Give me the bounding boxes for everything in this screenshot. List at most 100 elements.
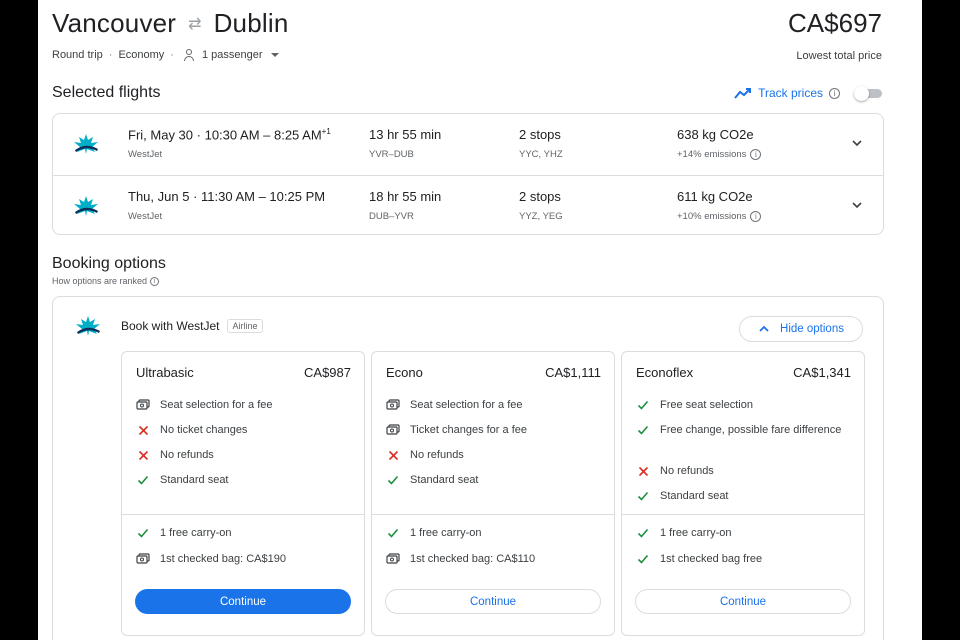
baggage-item: 1st checked bag: CA$110 (386, 551, 606, 567)
passengers-label: 1 passenger (201, 49, 263, 61)
fare-feature: Standard seat (386, 472, 606, 488)
chevron-down-icon[interactable] (851, 199, 863, 211)
fare-feature: No refunds (386, 447, 606, 463)
fare-feature: Seat selection for a fee (136, 397, 356, 413)
separator-dot: · (193, 189, 202, 204)
divider (372, 514, 614, 515)
hide-options-button[interactable]: Hide options (739, 316, 863, 342)
info-icon: i (150, 276, 160, 286)
cross-icon (636, 463, 650, 479)
divider (122, 514, 364, 515)
fare-feature: No ticket changes (136, 422, 356, 438)
plus-day: +1 (321, 127, 331, 136)
ranking-info[interactable]: How options are ranked i (52, 276, 160, 286)
baggage-text: 1 free carry-on (410, 527, 482, 539)
cross-icon (136, 447, 150, 463)
flight-row-outbound[interactable]: Fri, May 30 · 10:30 AM – 8:25 AM+1 WestJ… (53, 114, 883, 175)
fare-feature: Free seat selection (636, 397, 856, 413)
fare-price: CA$987 (304, 365, 351, 380)
origin-city: Vancouver (52, 8, 177, 38)
emissions-label: +10% emissions (677, 211, 747, 222)
check-icon (636, 488, 650, 504)
cross-icon (386, 447, 400, 463)
cabin-class: Economy (118, 49, 165, 61)
fare-feature-text: Free change, possible fare difference (660, 424, 842, 436)
baggage-item: 1 free carry-on (386, 525, 606, 541)
info-icon[interactable]: i (750, 149, 762, 160)
continue-button[interactable]: Continue (385, 589, 601, 614)
fare-name: Econoflex (636, 365, 694, 380)
track-prices-label: Track prices (758, 86, 823, 100)
flight-duration: 13 hr 55 min (369, 127, 442, 142)
money-icon (386, 422, 400, 438)
flight-row-return[interactable]: Thu, Jun 5 · 11:30 AM – 10:25 PM WestJet… (53, 175, 883, 236)
flight-date: Thu, Jun 5 (128, 189, 190, 204)
money-icon (386, 551, 400, 567)
fare-feature: Seat selection for a fee (386, 397, 606, 413)
airline-name: WestJet (128, 149, 163, 160)
fare-name: Econo (386, 365, 423, 380)
money-icon (386, 397, 400, 413)
route-title: Vancouver ⇄ Dublin (52, 8, 289, 39)
fare-card-econoflex: Econoflex CA$1,341 Free seat selection Free… (621, 351, 865, 636)
separator-dot: · (170, 49, 174, 61)
fare-feature-text: Seat selection for a fee (410, 399, 523, 411)
provider-label: Book with WestJet (121, 319, 220, 333)
selected-flights-list: Fri, May 30 · 10:30 AM – 8:25 AM+1 WestJ… (52, 113, 884, 235)
fare-feature-text: Standard seat (660, 490, 729, 502)
fare-feature: No refunds (636, 463, 856, 479)
fare-price: CA$1,111 (545, 365, 601, 380)
booking-provider: Book with WestJet Airline (121, 319, 263, 333)
toggle-knob (854, 86, 869, 101)
caret-down-icon (270, 53, 279, 57)
emissions-note: +10% emissions i (677, 211, 762, 222)
selected-flights-heading: Selected flights (52, 84, 161, 101)
chevron-up-icon (759, 325, 769, 332)
chevron-down-icon[interactable] (851, 137, 863, 149)
continue-button[interactable]: Continue (635, 589, 851, 614)
check-icon (386, 472, 400, 488)
check-icon (636, 397, 650, 413)
person-icon (183, 49, 194, 61)
westjet-logo-icon (76, 316, 100, 336)
separator-dot: · (108, 49, 113, 61)
check-icon (636, 525, 650, 541)
fare-feature-text: Ticket changes for a fee (410, 424, 527, 436)
passengers-selector[interactable]: 1 passenger (180, 49, 279, 61)
fare-feature-text: No refunds (660, 465, 714, 477)
fare-feature-text: Standard seat (160, 474, 229, 486)
hide-options-label: Hide options (780, 323, 844, 335)
trip-summary: Round trip · Economy · 1 passenger (52, 49, 279, 61)
airline-name: WestJet (128, 211, 163, 222)
price-caption: Lowest total price (796, 50, 882, 62)
westjet-logo-icon (74, 134, 98, 154)
divider (622, 514, 864, 515)
baggage-text: 1 free carry-on (660, 527, 732, 539)
stop-airports: YYC, YHZ (519, 149, 563, 160)
swap-arrows-icon: ⇄ (188, 15, 202, 33)
baggage-item: 1st checked bag: CA$190 (136, 551, 356, 567)
ranking-info-label: How options are ranked (52, 276, 148, 286)
fare-card-econo: Econo CA$1,111 Seat selection for a fee Tic… (371, 351, 615, 636)
flight-route: DUB–YVR (369, 211, 414, 222)
stop-airports: YYZ, YEG (519, 211, 563, 222)
baggage-item: 1st checked bag free (636, 551, 856, 567)
flight-time-range: 11:30 AM – 10:25 PM (201, 189, 326, 204)
track-prices-toggle[interactable] (854, 86, 882, 101)
flight-stops: 2 stops (519, 189, 561, 204)
flight-booking-page: Vancouver ⇄ Dublin CA$697 Lowest total p… (38, 0, 922, 640)
fare-price: CA$1,341 (793, 365, 851, 380)
fare-name: Ultrabasic (136, 365, 194, 380)
flight-times: Thu, Jun 5 · 11:30 AM – 10:25 PM (128, 189, 325, 204)
money-icon (136, 397, 150, 413)
continue-button[interactable]: Continue (135, 589, 351, 614)
info-icon[interactable]: i (750, 211, 762, 222)
booking-options-heading: Booking options (52, 255, 166, 272)
emissions-label: +14% emissions (677, 149, 747, 160)
fare-feature: Standard seat (136, 472, 356, 488)
info-icon[interactable]: i (829, 87, 840, 99)
check-icon (136, 525, 150, 541)
airline-badge: Airline (227, 319, 263, 333)
baggage-text: 1st checked bag free (660, 553, 763, 565)
trip-type: Round trip (52, 49, 103, 61)
